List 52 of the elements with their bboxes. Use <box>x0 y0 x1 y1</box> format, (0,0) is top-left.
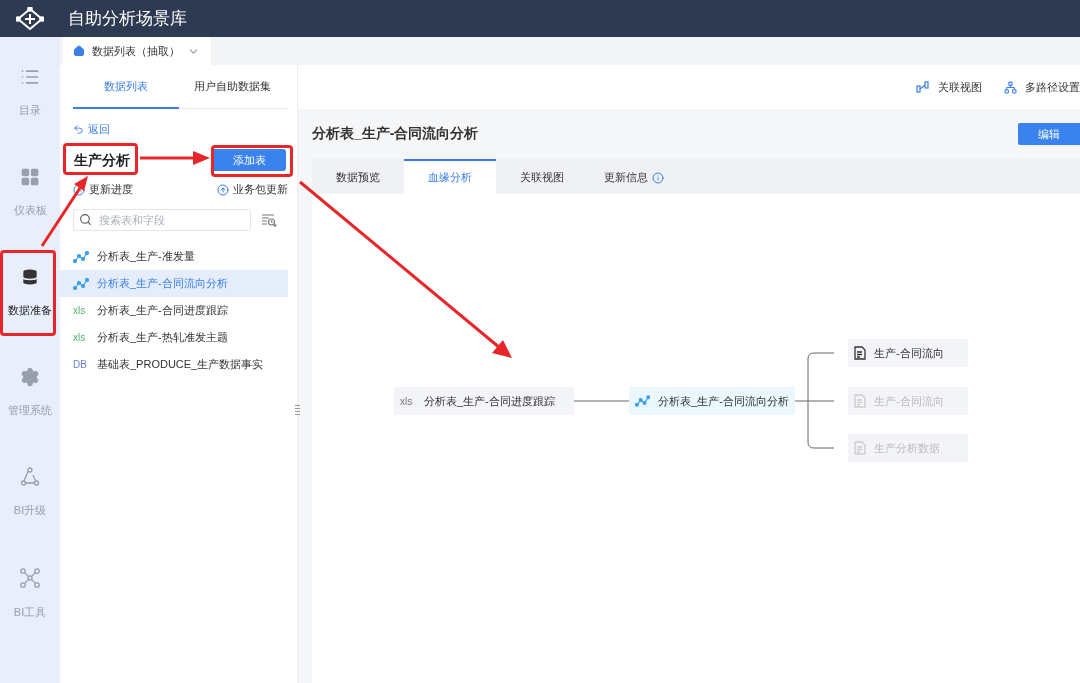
table-item[interactable]: DB 基础表_PRODUCE_生产数据事实 <box>60 351 288 378</box>
document-icon <box>854 394 866 408</box>
grid-icon <box>20 167 40 187</box>
detail-tab[interactable]: 关联视图 <box>496 159 588 194</box>
detail-tab[interactable]: 血缘分析 <box>404 159 496 194</box>
list-icon <box>20 67 40 87</box>
lineage-node[interactable]: 分析表_生产-合同流向分析 <box>629 387 795 415</box>
table-item[interactable]: xls 分析表_生产-热轧准发主题 <box>60 324 288 351</box>
table-item[interactable]: xls 分析表_生产-合同进度跟踪 <box>60 297 288 324</box>
document-icon <box>854 441 866 455</box>
logo-icon <box>16 6 44 31</box>
gear-icon <box>20 367 40 387</box>
search-icon <box>79 213 92 226</box>
table-item[interactable]: 分析表_生产-准发量 <box>60 243 288 270</box>
document-icon <box>854 346 866 360</box>
toolbar-action[interactable]: 多路径设置 <box>1004 79 1080 95</box>
hierarchy-icon <box>1004 80 1017 94</box>
relation-icon <box>916 81 930 93</box>
package-action[interactable]: 业务包更新 <box>217 182 288 197</box>
trend-icon <box>73 277 89 290</box>
package-title: 生产分析 <box>74 152 130 168</box>
trend-icon <box>73 250 89 263</box>
detail-title: 分析表_生产-合同流向分析 <box>312 125 479 143</box>
trend-icon <box>635 395 651 407</box>
detail-tab[interactable]: 更新信息 <box>588 159 680 194</box>
package-action[interactable]: 更新进度 <box>73 182 133 197</box>
page-tab[interactable]: 数据列表（抽取） <box>63 37 211 65</box>
panel-tab[interactable]: 数据列表 <box>73 65 179 109</box>
app-title: 自助分析场景库 <box>68 8 187 30</box>
undo-icon <box>73 124 84 135</box>
connector-line <box>574 400 630 402</box>
detail-tab[interactable]: 数据预览 <box>312 159 404 194</box>
resize-handle[interactable] <box>295 405 300 417</box>
table-item[interactable]: 分析表_生产-合同流向分析 <box>60 270 288 297</box>
home-icon <box>73 45 85 57</box>
filter-icon[interactable] <box>261 213 277 227</box>
annotation-arrow <box>140 151 210 165</box>
lineage-node[interactable]: xls 分析表_生产-合同进度跟踪 <box>394 387 574 415</box>
database-icon <box>20 267 40 287</box>
nav-item[interactable]: 数据准备 <box>2 267 58 321</box>
page-tab-label: 数据列表（抽取） <box>92 43 180 59</box>
upload-icon <box>217 183 229 196</box>
back-link[interactable]: 返回 <box>73 122 288 137</box>
panel-tab[interactable]: 用户自助数据集 <box>179 65 285 109</box>
search-field[interactable]: 搜索表和字段 <box>73 209 251 231</box>
clock-icon <box>73 183 85 196</box>
nodes-icon <box>19 567 41 589</box>
edit-button[interactable]: 编辑 <box>1018 123 1080 145</box>
add-table-button[interactable]: 添加表 <box>212 149 286 171</box>
toolbar-action[interactable]: 关联视图 <box>916 79 982 95</box>
circles-icon <box>20 467 40 487</box>
lineage-node[interactable]: 生产-合同流向 <box>848 339 968 367</box>
